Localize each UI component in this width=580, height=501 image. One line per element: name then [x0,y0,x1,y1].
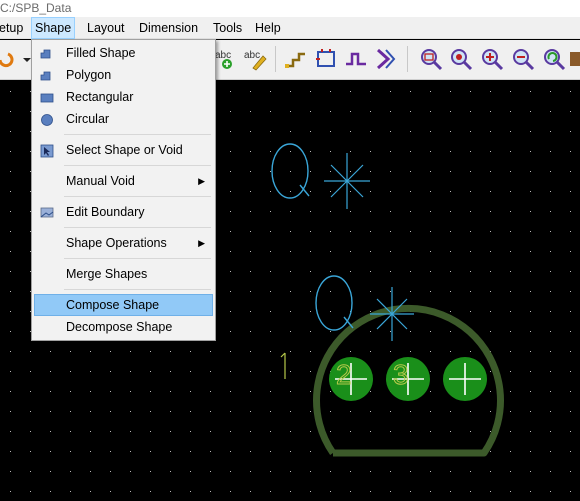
zoom-in-plus-icon[interactable] [479,46,505,72]
submenu-arrow-icon: ▶ [198,176,205,186]
menu-setup[interactable]: etup [0,17,26,39]
slide-icon[interactable] [343,46,369,72]
zoom-out-icon[interactable] [510,46,536,72]
toolbar-separator [275,46,276,72]
menu-bar: etup Shape Layout Dimension Tools Help [0,17,580,39]
shape-menu: Filled Shape Polygon Rectangular Circula… [31,39,216,341]
toolbar-separator [407,46,408,72]
menu-tools[interactable]: Tools [210,17,245,39]
add-connect-icon[interactable] [283,46,309,72]
menu-item-polygon[interactable]: Polygon [34,64,213,86]
chevron-down-icon[interactable] [14,46,31,72]
pin-number-1 [280,352,286,379]
origin-star-top [324,153,370,209]
title-bar: C:/SPB_Data [0,0,580,17]
polygon-icon [40,68,54,82]
menu-separator [64,165,211,166]
filled-shape-icon [40,46,54,60]
rectangle-icon [40,90,54,104]
pin-number-2: 2 [336,359,352,390]
delay-tune-icon[interactable] [313,46,339,72]
menu-item-select-shape-or-void[interactable]: Select Shape or Void [34,139,213,161]
svg-text:abc: abc [244,50,260,61]
zoom-fit-icon[interactable] [418,46,444,72]
refdes-q-mid [315,275,353,331]
menu-item-circular[interactable]: Circular [34,108,213,130]
menu-separator [64,196,211,197]
menu-separator [64,134,211,135]
edit-text-icon[interactable]: abc [243,46,269,72]
redraw-icon[interactable] [568,46,580,72]
menu-item-shape-operations[interactable]: Shape Operations ▶ [34,232,213,254]
window-title: C:/SPB_Data [0,1,72,15]
text-icon[interactable]: abc [214,46,240,72]
zoom-in-icon[interactable] [448,46,474,72]
menu-shape[interactable]: Shape [31,17,76,39]
menu-separator [64,227,211,228]
menu-item-decompose-shape[interactable]: Decompose Shape [34,316,213,338]
menu-item-manual-void[interactable]: Manual Void ▶ [34,170,213,192]
menu-dimension[interactable]: Dimension [136,17,201,39]
menu-item-rectangular[interactable]: Rectangular [34,86,213,108]
zoom-previous-icon[interactable] [541,46,567,72]
edit-boundary-icon [40,205,54,219]
select-shape-icon [40,143,54,158]
pin-number-3: 3 [393,359,409,390]
menu-help[interactable]: Help [252,17,284,39]
route-icon[interactable] [373,46,399,72]
menu-layout[interactable]: Layout [84,17,128,39]
pad-3[interactable] [443,357,487,401]
circle-icon [40,112,54,126]
menu-separator [64,258,211,259]
menu-item-edit-boundary[interactable]: Edit Boundary [34,201,213,223]
menu-item-compose-shape[interactable]: Compose Shape [34,294,213,316]
origin-star-mid [370,287,414,341]
menu-item-filled-shape[interactable]: Filled Shape [34,42,213,64]
menu-separator [64,289,211,290]
menu-item-merge-shapes[interactable]: Merge Shapes [34,263,213,285]
submenu-arrow-icon: ▶ [198,238,205,248]
